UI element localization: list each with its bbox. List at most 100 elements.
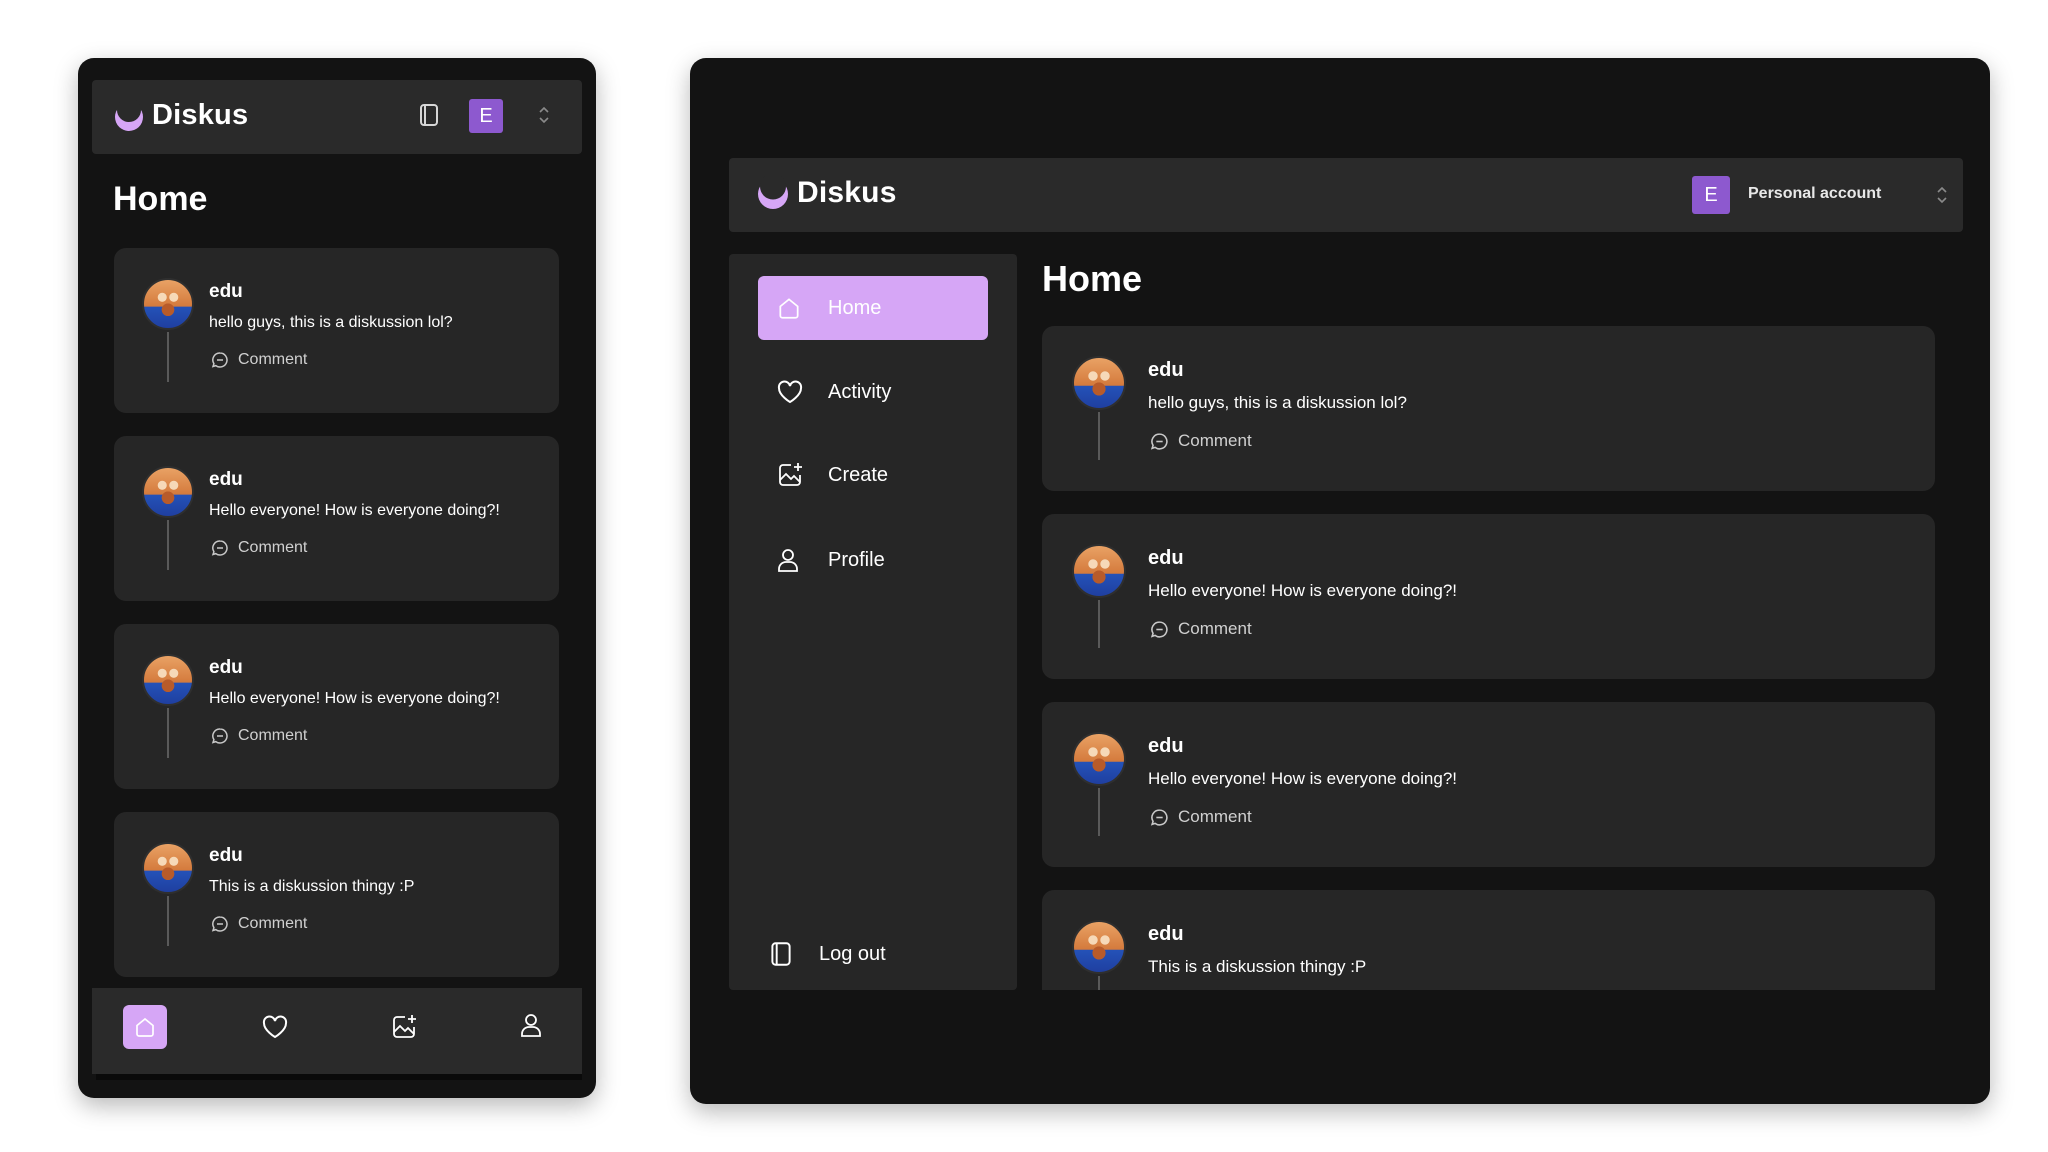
- user-avatar[interactable]: [142, 654, 194, 706]
- post-card[interactable]: edu hello guys, this is a diskussion lol…: [1042, 326, 1935, 491]
- user-avatar[interactable]: [142, 842, 194, 894]
- thread-line: [167, 520, 169, 570]
- account-avatar[interactable]: E: [1692, 176, 1730, 214]
- post-text: hello guys, this is a diskussion lol?: [1148, 393, 1407, 412]
- create-icon: [393, 1015, 416, 1038]
- comment-button[interactable]: Comment: [1150, 807, 1252, 827]
- comment-button[interactable]: Comment: [211, 539, 307, 557]
- desktop-header: Diskus E Personal account: [729, 158, 1963, 232]
- comment-button[interactable]: Comment: [1150, 619, 1252, 639]
- chevron-up-down-icon[interactable]: [538, 104, 550, 131]
- logo[interactable]: Diskus: [757, 176, 897, 210]
- sidebar-item-label: Activity: [828, 380, 892, 403]
- user-icon: [776, 547, 812, 573]
- post-author[interactable]: edu: [209, 845, 243, 867]
- post-text: This is a diskussion thingy :P: [209, 878, 415, 895]
- app-name: Diskus: [152, 99, 249, 131]
- comment-button[interactable]: Comment: [1150, 431, 1252, 451]
- post-text: Hello everyone! How is everyone doing?!: [1148, 769, 1458, 788]
- post-author[interactable]: edu: [1148, 547, 1184, 570]
- sidebar-item-label: Profile: [828, 548, 885, 571]
- sidebar-item-profile[interactable]: Profile: [758, 528, 988, 592]
- comment-icon: [211, 916, 228, 932]
- post-author[interactable]: edu: [209, 657, 243, 679]
- comment-icon: [1150, 432, 1168, 450]
- post-card[interactable]: edu Hello everyone! How is everyone doin…: [114, 436, 559, 601]
- logo[interactable]: Diskus: [114, 99, 248, 132]
- sidebar-item-home[interactable]: Home: [758, 276, 988, 340]
- user-avatar[interactable]: [1072, 356, 1126, 410]
- post-text: Hello everyone! How is everyone doing?!: [209, 502, 500, 519]
- user-avatar[interactable]: [1072, 732, 1126, 786]
- logout-button[interactable]: Log out: [753, 922, 983, 986]
- thread-line: [167, 708, 169, 758]
- post-author[interactable]: edu: [1148, 735, 1184, 758]
- comment-label: Comment: [1178, 807, 1252, 826]
- user-icon: [521, 1014, 541, 1037]
- comment-label: Comment: [238, 727, 308, 744]
- post-card[interactable]: edu This is a diskussion thingy :P Comme…: [114, 812, 559, 977]
- mobile-frame: Diskus E Home edu hello guys, this is a …: [78, 58, 596, 1098]
- post-text: This is a diskussion thingy :P: [1148, 957, 1367, 976]
- post-author[interactable]: edu: [1148, 923, 1184, 946]
- logout-label: Log out: [819, 942, 886, 965]
- comment-button[interactable]: Comment: [211, 351, 307, 369]
- user-avatar[interactable]: [142, 278, 194, 330]
- sidebar-item-create[interactable]: Create: [758, 443, 988, 507]
- account-avatar[interactable]: E: [469, 99, 503, 133]
- comment-button[interactable]: Comment: [211, 915, 307, 933]
- heart-icon: [262, 1015, 288, 1039]
- chevron-up-down-icon[interactable]: [1936, 183, 1948, 212]
- log-out-icon: [769, 940, 805, 968]
- comment-icon: [1150, 808, 1168, 826]
- post-text: hello guys, this is a diskussion lol?: [209, 314, 453, 331]
- post-card[interactable]: edu This is a diskussion thingy :P Comme…: [1042, 890, 1935, 990]
- post-text: Hello everyone! How is everyone doing?!: [209, 690, 500, 707]
- thread-line: [1098, 788, 1100, 836]
- nav-home-button[interactable]: [123, 1005, 167, 1049]
- thread-line: [167, 896, 169, 946]
- comment-icon: [211, 728, 228, 744]
- post-card[interactable]: edu Hello everyone! How is everyone doin…: [114, 624, 559, 789]
- comment-icon: [1150, 620, 1168, 638]
- home-icon: [136, 1017, 154, 1037]
- logo-icon: [115, 99, 143, 131]
- comment-button[interactable]: Comment: [211, 727, 307, 745]
- post-author[interactable]: edu: [1148, 359, 1184, 382]
- sidebar: Home Activity Create Profile Log out: [729, 254, 1017, 990]
- comment-label: Comment: [238, 351, 308, 368]
- sidebar-item-label: Create: [828, 463, 889, 486]
- nav-create-button[interactable]: [385, 1008, 423, 1046]
- comment-label: Comment: [238, 915, 308, 932]
- account-switcher-label[interactable]: Personal account: [1748, 185, 1881, 203]
- logo-icon: [758, 176, 788, 209]
- log-out-icon[interactable]: [418, 102, 440, 133]
- nav-profile-button[interactable]: [512, 1006, 550, 1044]
- post-card[interactable]: edu Hello everyone! How is everyone doin…: [1042, 514, 1935, 679]
- bottom-nav: [92, 988, 582, 1080]
- comment-label: Comment: [1178, 431, 1252, 450]
- thread-line: [1098, 412, 1100, 460]
- user-avatar[interactable]: [1072, 920, 1126, 974]
- nav-activity-button[interactable]: [256, 1008, 294, 1046]
- page-title: Home: [1042, 258, 1143, 299]
- post-card[interactable]: edu Hello everyone! How is everyone doin…: [1042, 702, 1935, 867]
- post-author[interactable]: edu: [209, 281, 243, 303]
- post-card[interactable]: edu hello guys, this is a diskussion lol…: [114, 248, 559, 413]
- comment-label: Comment: [238, 539, 308, 556]
- comment-icon: [211, 540, 228, 556]
- mobile-header: Diskus E: [92, 80, 582, 154]
- post-feed[interactable]: edu hello guys, this is a diskussion lol…: [1042, 326, 1935, 990]
- page-title: Home: [113, 180, 208, 218]
- user-avatar[interactable]: [142, 466, 194, 518]
- thread-line: [167, 332, 169, 382]
- home-icon: [776, 295, 812, 321]
- thread-line: [1098, 976, 1100, 990]
- sidebar-item-label: Home: [828, 296, 882, 319]
- user-avatar[interactable]: [1072, 544, 1126, 598]
- sidebar-item-activity[interactable]: Activity: [758, 360, 988, 424]
- post-author[interactable]: edu: [209, 469, 243, 491]
- comment-label: Comment: [1178, 619, 1252, 638]
- post-text: Hello everyone! How is everyone doing?!: [1148, 581, 1458, 600]
- thread-line: [1098, 600, 1100, 648]
